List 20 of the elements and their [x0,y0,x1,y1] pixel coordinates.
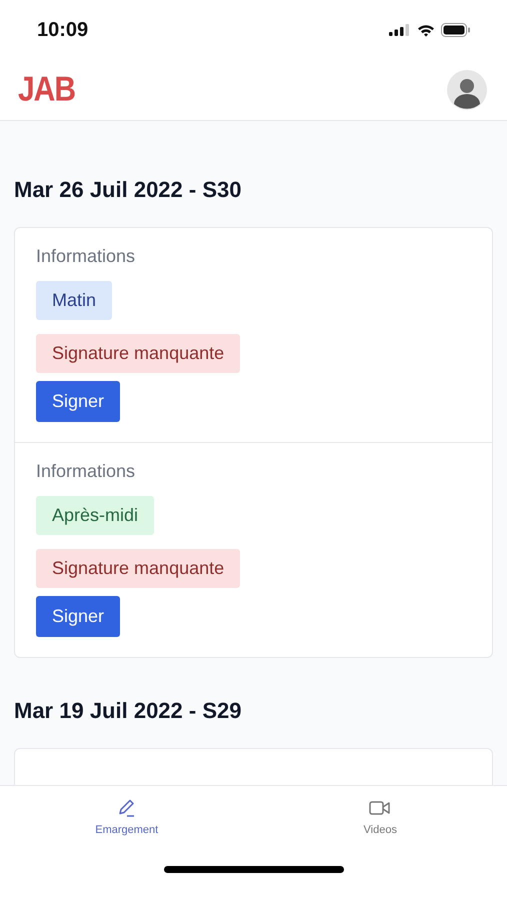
session-label: Informations [36,461,136,482]
week-title: Mar 26 Juil 2022 - S30 [14,177,242,203]
tab-item[interactable]: Videos [254,786,507,866]
avatar-icon[interactable] [447,70,487,110]
period-tag: Après-midi [36,496,154,535]
week-title: Mar 19 Juil 2022 - S29 [14,698,242,724]
period-tag: Matin [36,281,112,320]
sign-button[interactable]: Signer [36,596,120,637]
signal-icon [389,24,411,36]
session-label: Informations [36,246,136,267]
status-time: 10:09 [37,18,88,42]
status-tag: Signature manquante [36,549,240,588]
tab-item[interactable]: Emargement [0,786,254,866]
pencil-icon [116,798,137,818]
sign-button[interactable]: Signer [36,381,120,422]
video-camera-icon [369,800,392,816]
app-logo: JAB [18,70,76,110]
status-tag: Signature manquante [36,334,240,373]
wifi-icon [417,24,435,36]
battery-icon [441,23,471,37]
